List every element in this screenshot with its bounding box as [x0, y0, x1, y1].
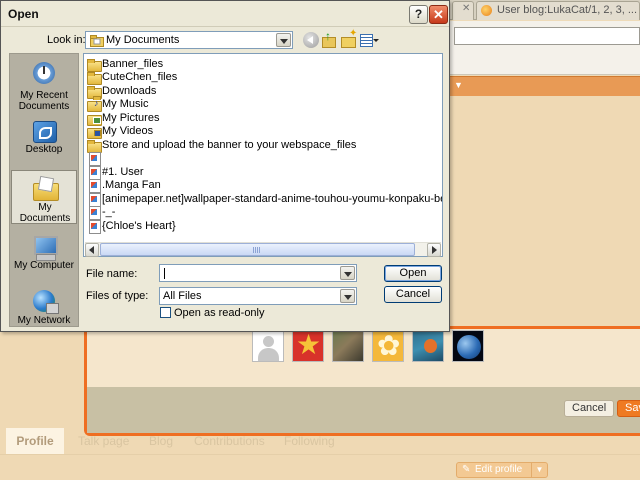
tab-contributions[interactable]: Contributions: [194, 428, 265, 454]
place-my-documents[interactable]: My Documents: [11, 170, 77, 224]
place-my-recent-documents[interactable]: My Recent Documents: [11, 56, 77, 112]
file-icon: [87, 220, 101, 234]
chevron-down-icon[interactable]: ▼: [454, 80, 463, 90]
tab-following[interactable]: Following: [284, 428, 335, 454]
text-caret: [164, 268, 165, 279]
look-in-value: My Documents: [106, 34, 180, 46]
help-button[interactable]: ?: [409, 5, 428, 24]
avatar-option-fish[interactable]: [412, 330, 444, 362]
profile-tabs: Profile Talk page Blog Contributions Fol…: [6, 428, 640, 454]
close-button[interactable]: ✕: [429, 5, 448, 24]
read-only-checkbox[interactable]: [160, 307, 171, 318]
chevron-down-icon[interactable]: [276, 33, 291, 47]
scroll-right-icon[interactable]: [427, 243, 441, 257]
file-name-label: File name:: [86, 268, 138, 280]
file-name: My Pictures: [102, 112, 160, 124]
file-icon: [87, 206, 101, 220]
edit-profile-button[interactable]: Edit profile ▼: [456, 462, 548, 478]
horizontal-scrollbar[interactable]: [85, 242, 441, 257]
avatar-modal-footer: [87, 387, 640, 433]
place-label: My Computer: [13, 260, 74, 271]
file-name: My Videos: [102, 125, 154, 137]
browser-tab-user-blog[interactable]: User blog:LukaCat/1, 2, 3, ...: [476, 1, 640, 20]
chevron-down-icon[interactable]: [340, 289, 355, 303]
files-of-type-value: All Files: [163, 290, 202, 302]
modal-cancel-button[interactable]: Cancel: [564, 400, 615, 417]
place-label: My Recent Documents: [18, 90, 70, 112]
my-computer-icon: [30, 234, 58, 262]
look-in-label: Look in:: [47, 34, 86, 46]
place-label: Desktop: [25, 144, 63, 155]
open-file-dialog: Open ? ✕ Look in: My Documents My Recent…: [0, 0, 450, 332]
tab-blog[interactable]: Blog: [149, 428, 173, 454]
place-label: My Documents: [19, 202, 71, 224]
chevron-down-icon[interactable]: [340, 266, 355, 280]
file-name: CuteChen_files: [102, 71, 178, 83]
tab-title: User blog:LukaCat/1, 2, 3, ...: [497, 4, 638, 16]
place-desktop[interactable]: Desktop: [11, 116, 77, 162]
pictures-folder-icon: [87, 112, 102, 126]
place-label: My Network: [17, 315, 71, 326]
read-only-label[interactable]: Open as read-only: [174, 307, 265, 319]
file-name: .Manga Fan: [102, 179, 161, 191]
look-in-dropdown[interactable]: My Documents: [85, 31, 293, 49]
file-icon: [87, 179, 101, 193]
recent-documents-icon: [30, 60, 58, 88]
file-name: Store and upload the banner to your webs…: [102, 139, 357, 151]
modal-save-button[interactable]: Save: [617, 400, 640, 417]
cancel-button[interactable]: Cancel: [384, 286, 442, 303]
chevron-down-icon[interactable]: ▼: [531, 463, 547, 477]
views-menu-icon[interactable]: [359, 32, 379, 48]
file-icon: [87, 152, 101, 166]
edit-profile-label: Edit profile: [475, 464, 523, 475]
my-network-icon: [30, 288, 59, 316]
back-icon[interactable]: [303, 32, 319, 48]
file-name: Banner_files: [102, 58, 164, 70]
files-of-type-dropdown[interactable]: All Files: [159, 287, 357, 305]
dialog-titlebar[interactable]: Open ? ✕: [1, 1, 449, 27]
file-name: -_-: [102, 206, 116, 218]
avatar-option-star[interactable]: [292, 328, 324, 362]
avatar-option-dog[interactable]: [332, 330, 364, 362]
open-button[interactable]: Open: [384, 265, 442, 282]
file-name: My Music: [102, 98, 149, 110]
place-my-computer[interactable]: My Computer: [11, 230, 77, 274]
tab-close-icon[interactable]: ✕: [462, 3, 470, 14]
wikia-favicon-icon: [481, 5, 492, 16]
file-name-input[interactable]: [159, 264, 357, 282]
my-documents-folder-icon: [90, 35, 104, 47]
file-name: [animepaper.net]wallpaper-standard-anime…: [102, 193, 442, 205]
profile-divider: [0, 454, 640, 455]
tab-talk-page[interactable]: Talk page: [78, 428, 129, 454]
avatar-option-default[interactable]: [252, 330, 284, 362]
up-folder-icon[interactable]: [321, 29, 337, 48]
address-bar[interactable]: [454, 27, 640, 45]
file-icon: [87, 166, 101, 180]
folder-icon: [87, 58, 102, 72]
file-icon: [87, 193, 101, 207]
avatar-option-earth[interactable]: [452, 330, 484, 362]
tab-profile[interactable]: Profile: [6, 428, 64, 454]
places-bar: My Recent Documents Desktop My Documents…: [9, 53, 79, 327]
music-folder-icon: [87, 96, 102, 112]
files-of-type-label: Files of type:: [86, 290, 149, 302]
scrollbar-thumb[interactable]: [100, 243, 415, 256]
folder-icon: [87, 139, 102, 153]
scroll-left-icon[interactable]: [85, 243, 99, 257]
my-documents-icon: [31, 175, 59, 203]
file-list[interactable]: Banner_files CuteChen_files Downloads My…: [83, 53, 443, 257]
file-name: {Chloe's Heart}: [102, 220, 176, 232]
file-name: #1. User: [102, 166, 144, 178]
folder-icon: [87, 71, 102, 85]
site-navbar: ▼: [448, 76, 640, 96]
videos-folder-icon: [87, 125, 102, 139]
place-my-network[interactable]: My Network: [11, 284, 77, 328]
file-name: Downloads: [102, 85, 157, 97]
dialog-title: Open: [8, 7, 39, 21]
new-folder-icon[interactable]: [340, 28, 357, 48]
avatar-option-flower[interactable]: [372, 329, 404, 362]
